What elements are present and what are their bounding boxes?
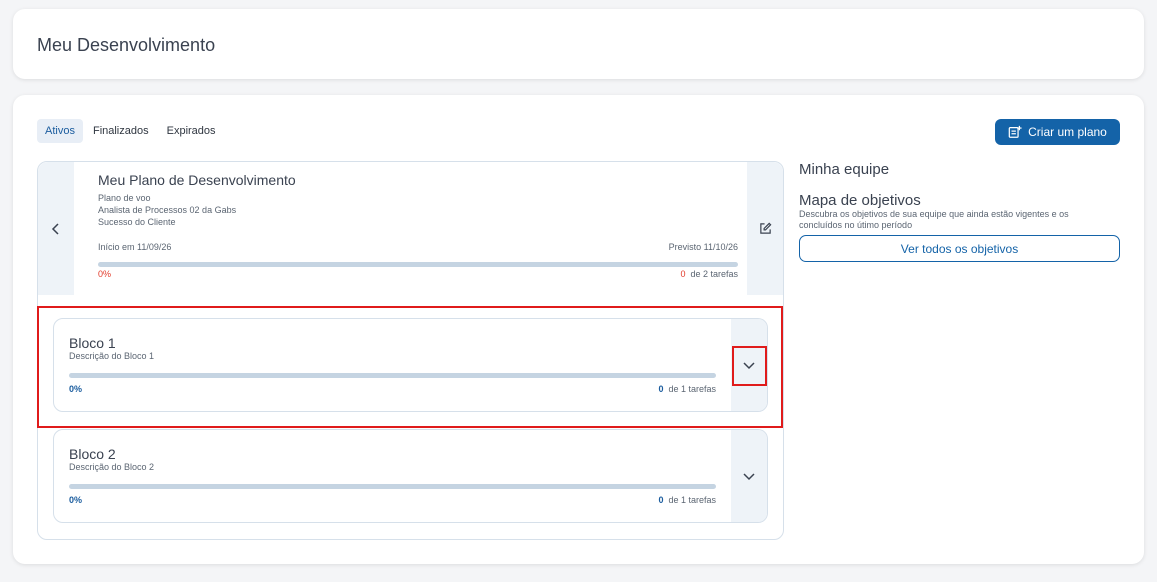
tab-finalizados[interactable]: Finalizados — [85, 119, 157, 143]
plan-start-date: Início em 11/09/26 — [98, 242, 172, 252]
block-highlight-outline — [37, 306, 783, 428]
plan-progress-percent: 0% — [98, 269, 112, 279]
view-all-objectives-button[interactable]: Ver todos os objetivos — [799, 235, 1120, 262]
tab-ativos[interactable]: Ativos — [37, 119, 83, 143]
plan-due-date: Previsto 11/10/26 — [668, 242, 738, 252]
edit-icon — [759, 222, 771, 234]
previous-plan-button[interactable] — [38, 162, 74, 295]
plan-line-role: Analista de Processos 02 da Gabs — [98, 205, 237, 215]
block-total-tasks: de 1 tarefas — [668, 495, 716, 505]
team-title: Minha equipe — [799, 161, 890, 178]
objectives-map-description: Descubra os objetivos de sua equipe que … — [799, 209, 1069, 230]
expand-block-2-button[interactable] — [731, 430, 767, 522]
expand-button-highlight-outline — [732, 346, 767, 386]
add-note-icon — [1008, 125, 1022, 138]
plan-body: Meu Plano de Desenvolvimento Plano de vo… — [98, 172, 738, 279]
block-progress-footer: 0% 0 de 1 tarefas — [69, 495, 716, 505]
chevron-left-icon — [51, 222, 59, 235]
block-card-2: Bloco 2 Descrição do Bloco 2 0% 0 de 1 t… — [53, 429, 768, 523]
block-progress-bar — [69, 484, 716, 489]
block-done-count: 0 — [658, 495, 664, 505]
plan-done-count: 0 — [680, 269, 686, 279]
header-card: Meu Desenvolvimento — [13, 9, 1144, 79]
create-plan-button[interactable]: Criar um plano — [995, 119, 1120, 145]
plan-total-tasks: de 2 tarefas — [690, 269, 738, 279]
plan-summary: Meu Plano de Desenvolvimento Plano de vo… — [38, 162, 783, 295]
side-panel: Minha equipe Mapa de objetivos Descubra … — [799, 161, 1120, 262]
block-progress-percent: 0% — [69, 495, 83, 505]
edit-plan-button[interactable] — [747, 162, 783, 295]
block-description: Descrição do Bloco 2 — [69, 462, 155, 472]
plan-title: Meu Plano de Desenvolvimento — [98, 172, 296, 188]
plan-tabs: Ativos Finalizados Expirados — [37, 119, 226, 143]
tab-expirados[interactable]: Expirados — [159, 119, 224, 143]
block-title: Bloco 2 — [69, 446, 116, 462]
plan-line-area: Sucesso do Cliente — [98, 217, 176, 227]
block-body-2: Bloco 2 Descrição do Bloco 2 0% 0 de 1 t… — [69, 446, 716, 505]
objectives-map-title: Mapa de objetivos — [799, 192, 921, 209]
create-plan-label: Criar um plano — [1028, 125, 1107, 139]
plan-progress-footer: 0% 0 de 2 tarefas — [98, 269, 738, 279]
plan-progress-bar — [98, 262, 738, 267]
page-title: Meu Desenvolvimento — [37, 35, 216, 55]
chevron-down-icon — [743, 473, 755, 481]
plan-line-type: Plano de voo — [98, 193, 151, 203]
plan-dates: Início em 11/09/26 Previsto 11/10/26 — [98, 242, 738, 252]
